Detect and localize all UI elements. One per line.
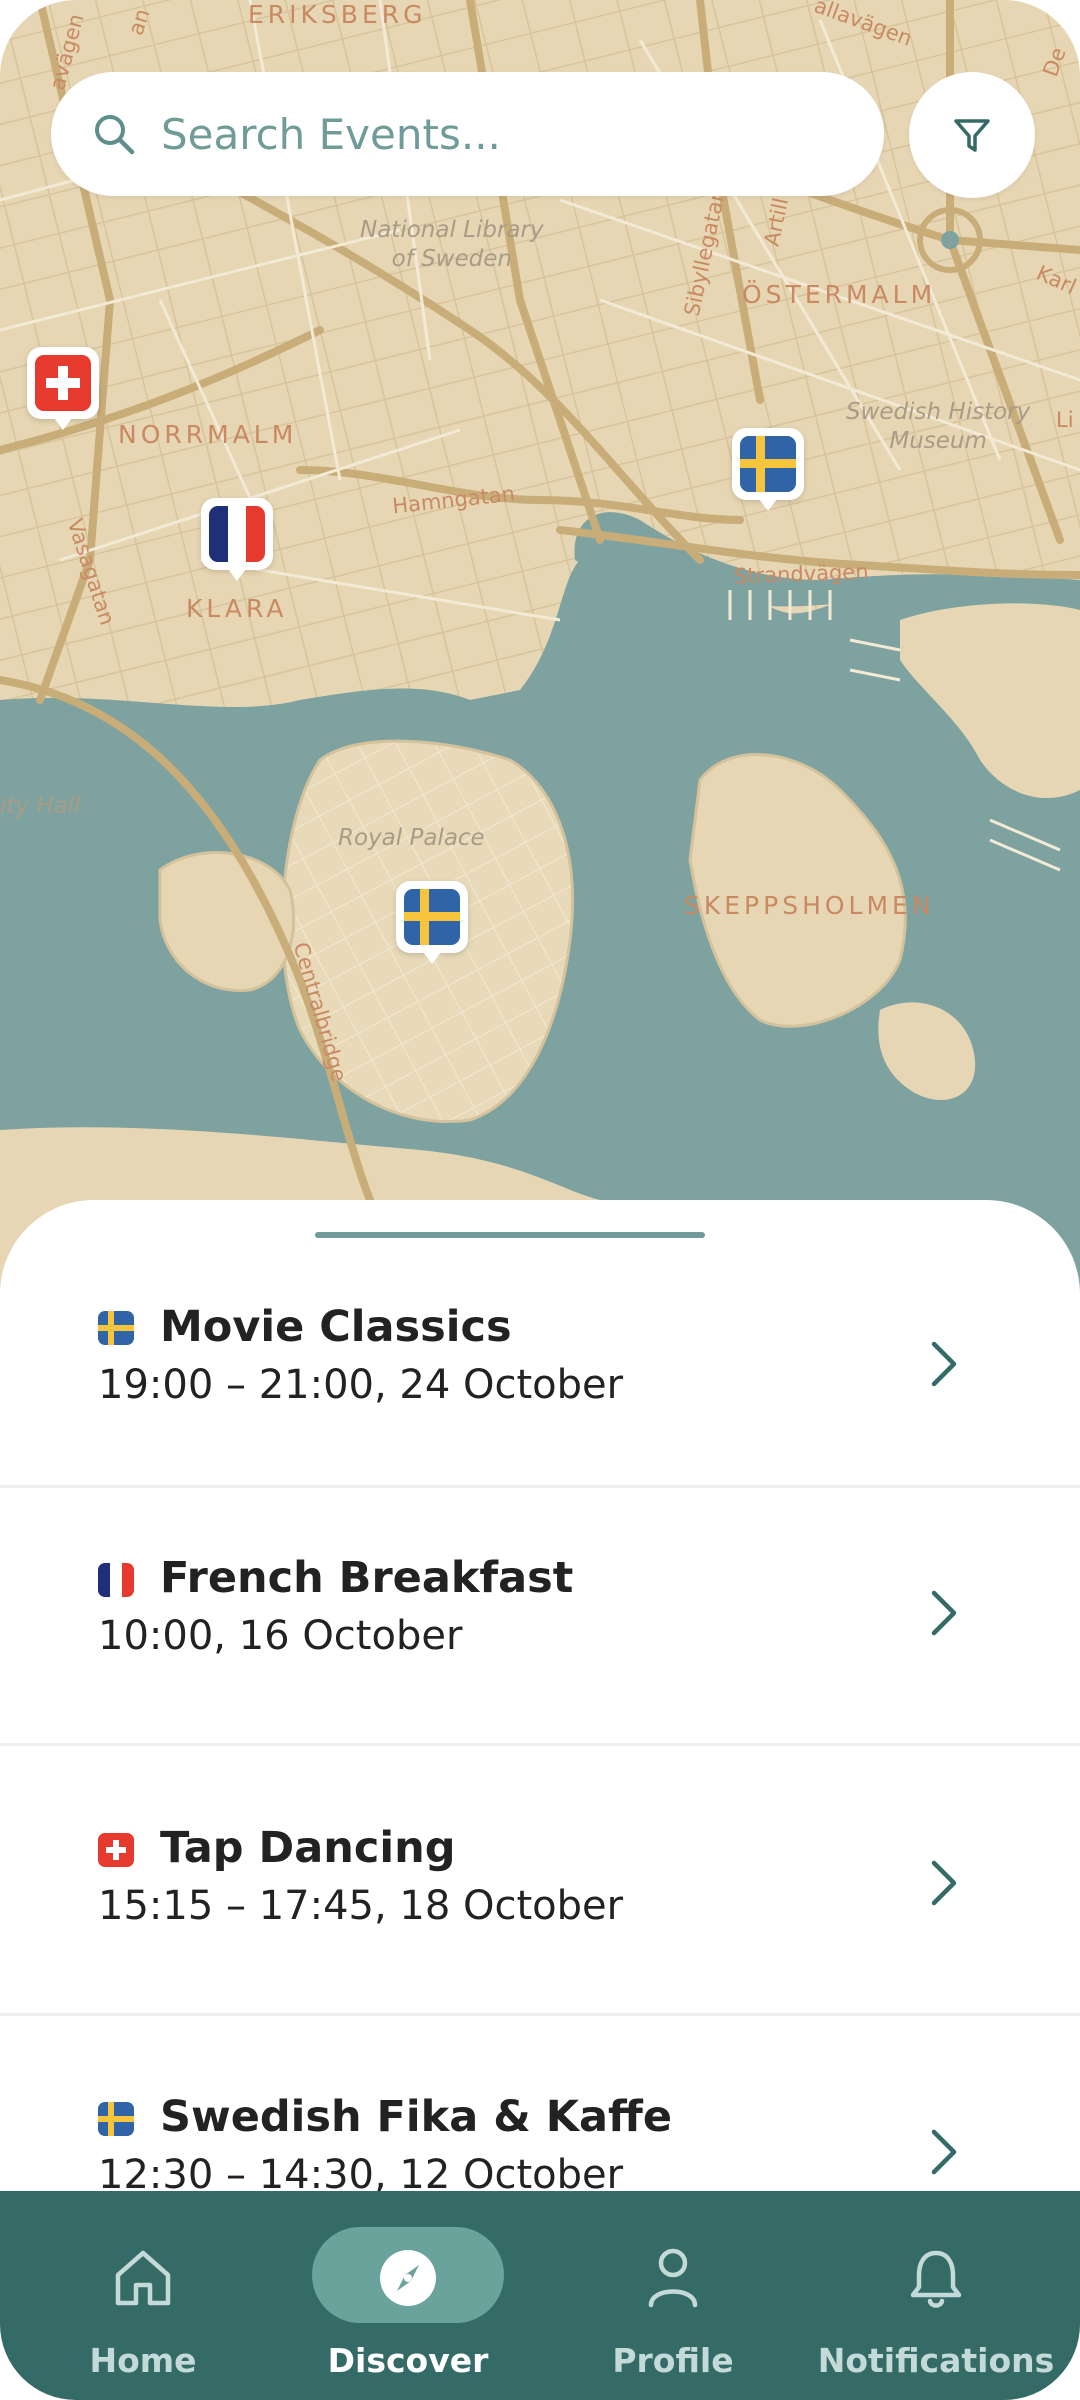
map-marker-switzerland[interactable] [27,347,99,430]
chevron-right-icon [931,2129,957,2175]
sweden-flag-icon [740,436,796,492]
nav-label: Notifications [817,2341,1055,2380]
event-time: 10:00, 16 October [98,1613,463,1659]
sweden-flag-icon [404,889,460,945]
nav-item-home[interactable]: Home [8,2191,278,2400]
nav-item-notifications[interactable]: Notifications [801,2191,1071,2400]
event-time: 15:15 – 17:45, 18 October [98,1883,624,1929]
map-marker-sweden-royal-palace[interactable] [396,881,468,964]
sweden-flag-icon [98,1311,134,1345]
search-bar[interactable] [51,72,884,196]
app-screen: ERIKSBERG NORRMALM KLARA ÖSTERMALM SKEPP… [0,0,1080,2400]
chevron-right-icon [931,1590,957,1636]
compass-icon [380,2250,436,2306]
map-marker-sweden-ostermalm[interactable] [732,428,804,511]
nav-item-discover[interactable]: Discover [273,2191,543,2400]
nav-item-profile[interactable]: Profile [538,2191,808,2400]
event-row-tap-dancing[interactable]: Tap Dancing 15:15 – 17:45, 18 October [0,1746,1080,2016]
home-icon [115,2250,171,2306]
switzerland-flag-icon [35,355,91,411]
person-icon [648,2248,698,2308]
event-row-french-breakfast[interactable]: French Breakfast 10:00, 16 October [0,1488,1080,1746]
nav-label: Home [89,2341,197,2380]
event-title: Movie Classics [160,1302,512,1352]
event-title: Swedish Fika & Kaffe [160,2092,673,2142]
bottom-navigation: Home Discover Profile Notifications [0,2191,1080,2400]
event-time: 19:00 – 21:00, 24 October [98,1362,624,1408]
nav-label: Profile [612,2341,734,2380]
bell-icon [910,2250,962,2308]
france-flag-icon [209,506,265,562]
sheet-drag-handle[interactable] [315,1232,705,1238]
sweden-flag-icon [98,2102,134,2136]
search-input[interactable] [159,108,843,160]
event-row-movie-classics[interactable]: Movie Classics 19:00 – 21:00, 24 October [0,1260,1080,1488]
map-marker-france[interactable] [201,498,273,581]
switzerland-flag-icon [98,1833,134,1867]
filter-button[interactable] [909,72,1035,198]
search-icon [95,115,135,155]
chevron-right-icon [931,1860,957,1906]
chevron-right-icon [931,1341,957,1387]
nav-label: Discover [327,2341,489,2380]
filter-icon [954,119,990,152]
event-title: Tap Dancing [160,1823,456,1873]
france-flag-icon [98,1563,134,1597]
event-title: French Breakfast [160,1553,574,1603]
